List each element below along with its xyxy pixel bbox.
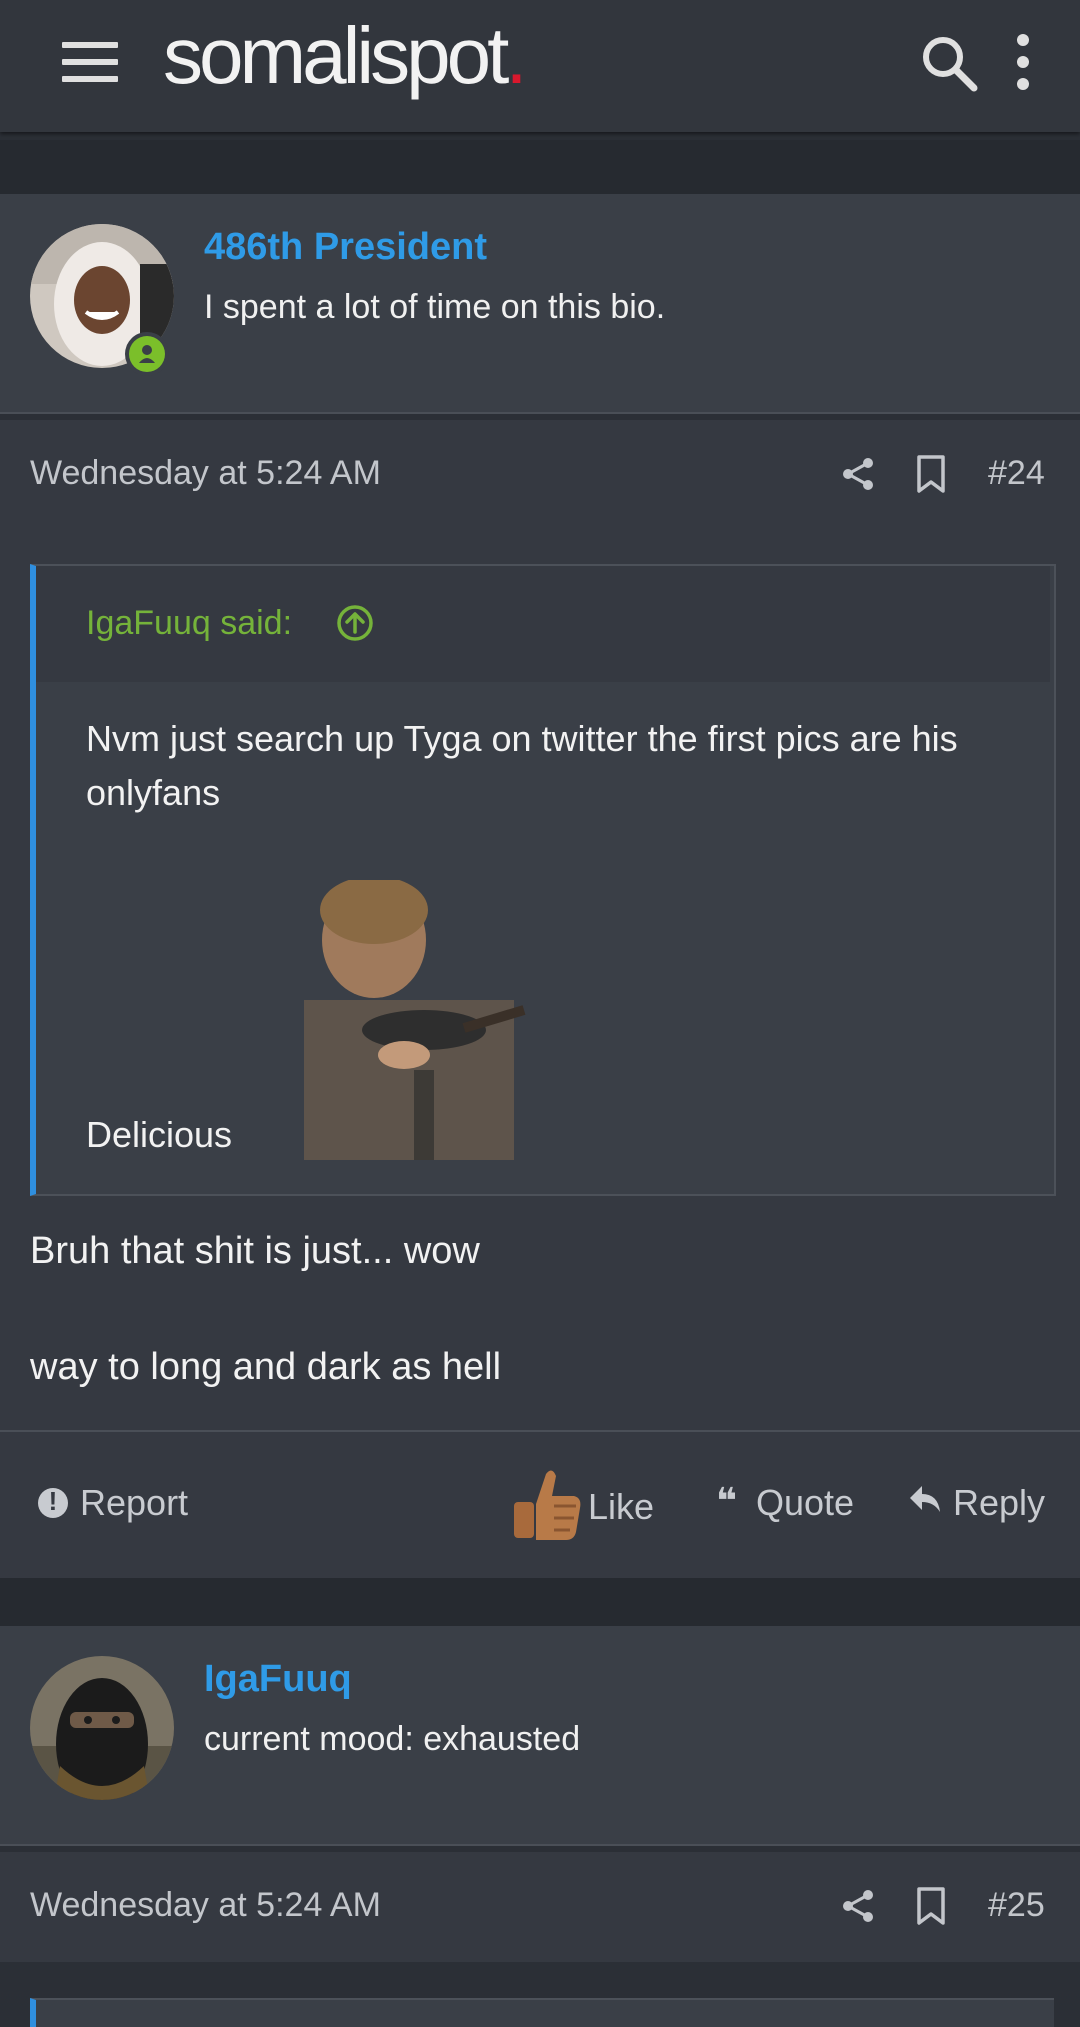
post-username[interactable]: IgaFuuq bbox=[204, 1658, 352, 1701]
post-meta-bar: Wednesday at 5:24 AM #25 bbox=[0, 1852, 1080, 1962]
share-icon[interactable] bbox=[840, 1888, 876, 1924]
thumbs-up-icon[interactable] bbox=[510, 1466, 582, 1542]
post-number[interactable]: #24 bbox=[988, 454, 1045, 493]
post-body: IgaFuuq said: Nvm just search up Tyga on… bbox=[0, 530, 1080, 1430]
share-icon[interactable] bbox=[840, 456, 876, 492]
quote-image-boy-with-bowl bbox=[304, 880, 526, 1160]
site-logo[interactable]: somalispot. bbox=[163, 6, 528, 106]
quote-block: IgaFuuq said: Nvm just search up Tyga on… bbox=[30, 564, 1056, 1196]
bookmark-icon[interactable] bbox=[915, 454, 947, 494]
post-number[interactable]: #25 bbox=[988, 1886, 1045, 1925]
section-divider bbox=[0, 1578, 1080, 1626]
avatar[interactable] bbox=[30, 1656, 174, 1800]
quote-button[interactable]: Quote bbox=[756, 1482, 854, 1524]
bookmark-icon[interactable] bbox=[915, 1886, 947, 1926]
top-app-bar: somalispot. bbox=[0, 0, 1080, 132]
jump-to-quote-icon[interactable] bbox=[336, 604, 374, 642]
user-title: current mood: exhausted bbox=[204, 1720, 581, 1758]
quote-caption: Delicious bbox=[86, 1114, 233, 1155]
search-icon[interactable] bbox=[920, 34, 978, 92]
online-user-icon bbox=[129, 336, 165, 372]
post-text-line: Bruh that shit is just... wow bbox=[30, 1230, 480, 1272]
section-divider bbox=[0, 140, 1080, 194]
post-user-card: IgaFuuq current mood: exhausted bbox=[0, 1626, 1080, 1846]
post-meta-bar: Wednesday at 5:24 AM #24 bbox=[0, 420, 1080, 530]
report-icon[interactable] bbox=[38, 1486, 68, 1518]
reply-arrow-icon[interactable] bbox=[908, 1484, 942, 1514]
post-actions-bar: Report Like ❝ Quote Reply bbox=[0, 1430, 1080, 1578]
post-username[interactable]: 486th President bbox=[204, 226, 487, 269]
kebab-menu-icon[interactable] bbox=[1010, 32, 1036, 92]
online-status-badge bbox=[125, 332, 169, 376]
quote-author[interactable]: IgaFuuq said: bbox=[86, 604, 292, 643]
post-user-card: 486th President I spent a lot of time on… bbox=[0, 194, 1080, 414]
user-title: I spent a lot of time on this bio. bbox=[204, 288, 666, 326]
quote-marks-icon[interactable]: ❝ bbox=[716, 1480, 737, 1522]
post-date[interactable]: Wednesday at 5:24 AM bbox=[30, 1886, 381, 1925]
post-date[interactable]: Wednesday at 5:24 AM bbox=[30, 454, 381, 493]
like-button[interactable]: Like bbox=[588, 1486, 654, 1528]
quote-block bbox=[30, 1998, 1054, 2027]
quote-header: IgaFuuq said: bbox=[36, 566, 1050, 682]
post-text-line: way to long and dark as hell bbox=[30, 1346, 502, 1388]
quote-text: Nvm just search up Tyga on twitter the f… bbox=[86, 718, 958, 813]
report-button[interactable]: Report bbox=[80, 1482, 188, 1524]
hamburger-menu-icon[interactable] bbox=[62, 40, 118, 84]
reply-button[interactable]: Reply bbox=[953, 1482, 1045, 1524]
